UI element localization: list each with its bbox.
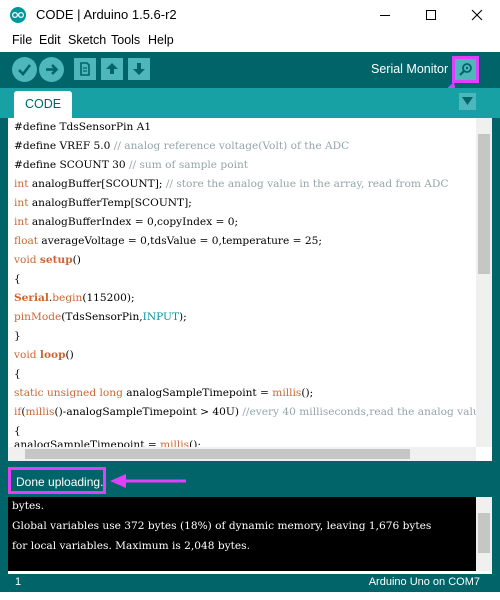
left-frame bbox=[0, 118, 8, 592]
menu-tools[interactable]: Tools bbox=[111, 33, 140, 47]
footer-status: 1 Arduino Uno on COM7 bbox=[8, 574, 492, 592]
upload-button[interactable] bbox=[39, 57, 64, 82]
code-line: int analogBufferTemp[SCOUNT]; bbox=[14, 197, 192, 209]
window-title: CODE | Arduino 1.5.6-r2 bbox=[36, 7, 177, 22]
minimize-icon bbox=[380, 15, 390, 16]
code-line: #define VREF 5.0 // analog reference vol… bbox=[14, 140, 350, 152]
verify-icon bbox=[18, 64, 32, 76]
editor-vertical-scroll-thumb[interactable] bbox=[478, 134, 490, 274]
code-line: static unsigned long analogSampleTimepoi… bbox=[14, 387, 314, 399]
code-line: Serial.begin(115200); bbox=[14, 292, 135, 304]
console-line: bytes. bbox=[12, 500, 45, 512]
board-info: Arduino Uno on COM7 bbox=[368, 576, 480, 588]
annotation-arrow-status bbox=[110, 474, 186, 488]
code-line: { bbox=[14, 368, 21, 380]
code-line: void loop() bbox=[14, 349, 74, 361]
tab-bar bbox=[0, 88, 500, 118]
status-message-highlight: Done uploading. bbox=[8, 467, 106, 494]
console-line: for local variables. Maximum is 2,048 by… bbox=[12, 540, 250, 552]
open-icon bbox=[106, 63, 118, 74]
code-line: int analogBuffer[SCOUNT]; // store the a… bbox=[14, 178, 449, 190]
open-button[interactable] bbox=[101, 58, 123, 80]
close-icon bbox=[471, 9, 483, 21]
serial-monitor-button[interactable] bbox=[452, 56, 479, 83]
code-line: { bbox=[14, 425, 21, 437]
save-icon bbox=[133, 63, 145, 75]
code-line: if(millis()-analogSampleTimepoint > 40U)… bbox=[14, 406, 476, 418]
verify-button[interactable] bbox=[12, 57, 37, 82]
save-button[interactable] bbox=[128, 58, 150, 80]
title-bar: CODE | Arduino 1.5.6-r2 bbox=[0, 0, 500, 30]
line-number: 1 bbox=[15, 576, 22, 588]
tab-code[interactable]: CODE bbox=[14, 91, 72, 118]
console-vertical-scroll-thumb[interactable] bbox=[478, 513, 490, 553]
arduino-logo-icon bbox=[10, 7, 26, 23]
console-output[interactable]: bytes. Global variables use 372 bytes (1… bbox=[8, 497, 476, 571]
menu-file[interactable]: File bbox=[12, 33, 32, 47]
tab-menu-button[interactable] bbox=[459, 93, 476, 110]
code-line: { bbox=[14, 273, 21, 285]
minimize-button[interactable] bbox=[362, 0, 408, 30]
maximize-button[interactable] bbox=[408, 0, 454, 30]
code-line: int analogBufferIndex = 0,copyIndex = 0; bbox=[14, 216, 239, 228]
code-line: void setup() bbox=[14, 254, 81, 266]
editor-horizontal-scroll-thumb[interactable] bbox=[25, 449, 410, 459]
code-line: pinMode(TdsSensorPin,INPUT); bbox=[14, 311, 187, 323]
menu-sketch[interactable]: Sketch bbox=[68, 33, 106, 47]
status-message: Done uploading. bbox=[16, 475, 104, 489]
chevron-down-icon bbox=[462, 97, 473, 105]
right-frame bbox=[492, 118, 500, 592]
new-icon bbox=[80, 62, 90, 76]
serial-monitor-label: Serial Monitor bbox=[371, 62, 449, 76]
magnifier-icon bbox=[459, 63, 472, 76]
code-line: float averageVoltage = 0,tdsValue = 0,te… bbox=[14, 235, 322, 247]
close-button[interactable] bbox=[454, 0, 500, 30]
menu-help[interactable]: Help bbox=[148, 33, 174, 47]
code-line: analogSampleTimepoint = millis(); bbox=[14, 439, 201, 447]
menu-bar: File Edit Sketch Tools Help bbox=[0, 30, 500, 52]
code-line: } bbox=[14, 330, 21, 342]
maximize-icon bbox=[426, 10, 436, 20]
console-line: Global variables use 372 bytes (18%) of … bbox=[12, 520, 432, 532]
code-line: #define SCOUNT 30 // sum of sample point bbox=[14, 159, 249, 171]
menu-edit[interactable]: Edit bbox=[39, 33, 61, 47]
tab-code-label: CODE bbox=[24, 97, 62, 111]
code-editor[interactable]: #define TdsSensorPin A1 #define VREF 5.0… bbox=[8, 118, 476, 447]
new-button[interactable] bbox=[74, 58, 96, 80]
upload-icon bbox=[46, 64, 59, 75]
code-line: #define TdsSensorPin A1 bbox=[14, 121, 152, 133]
